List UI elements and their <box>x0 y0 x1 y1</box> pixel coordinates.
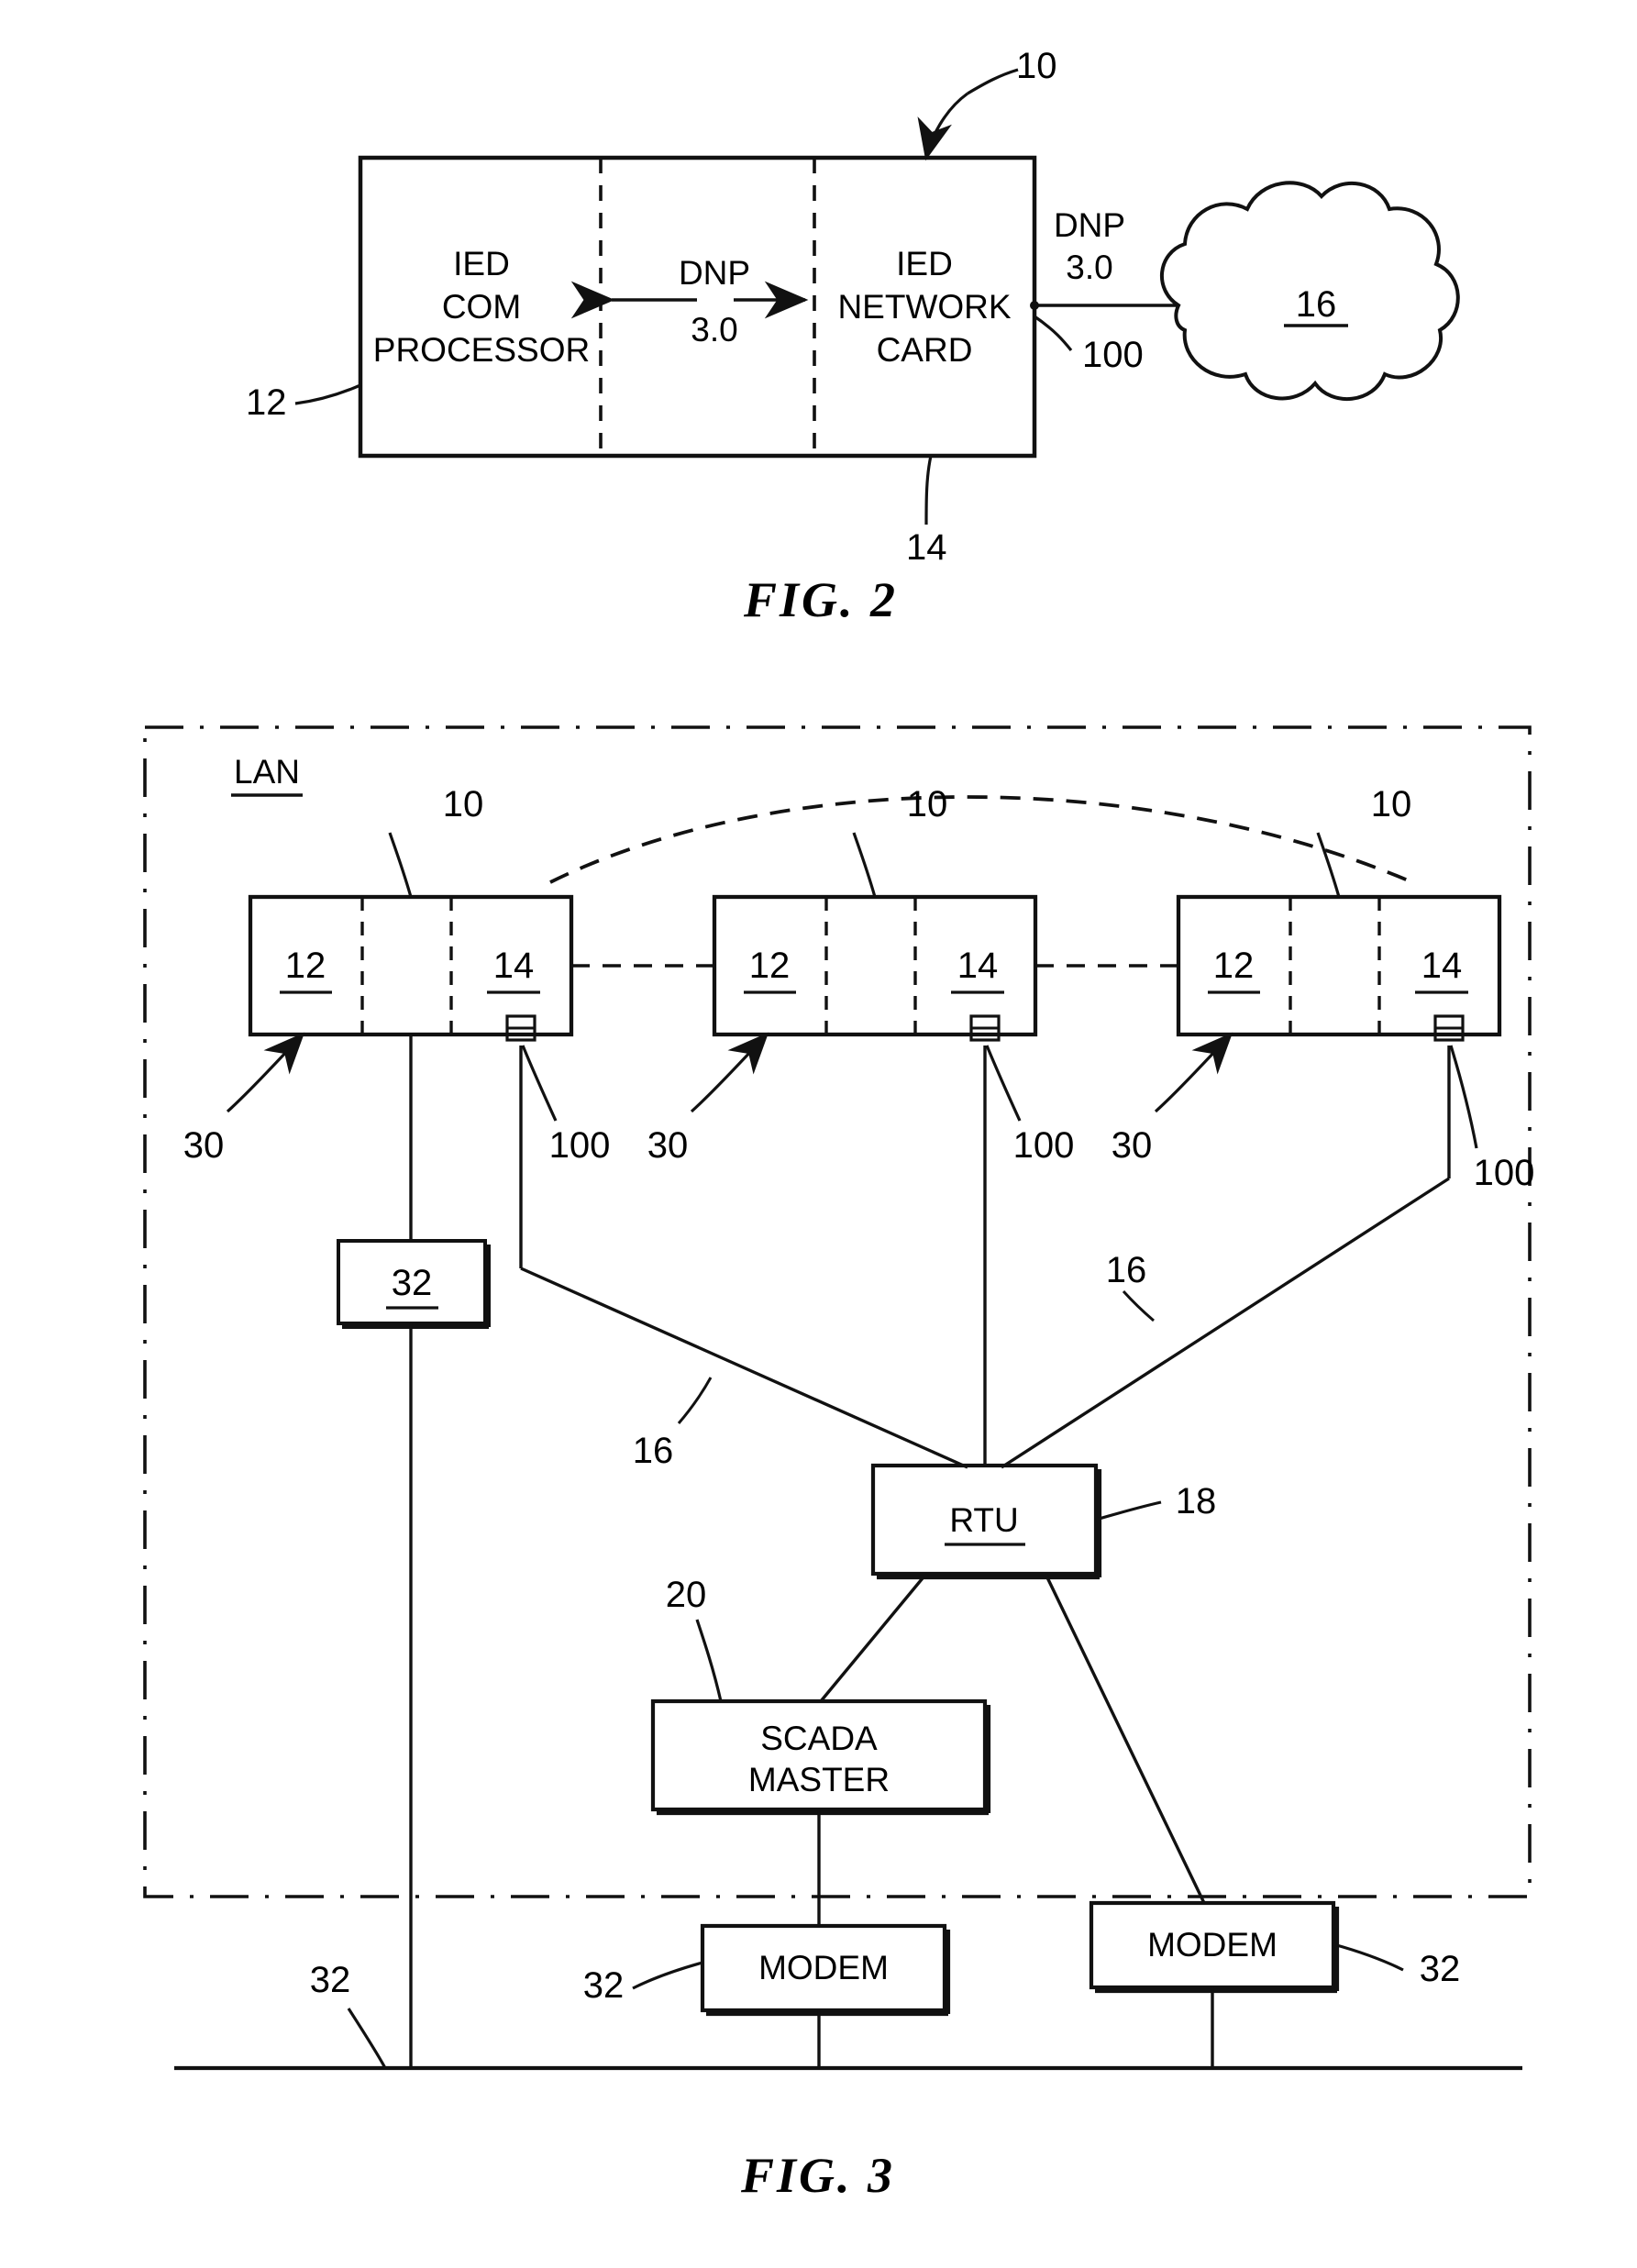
box-scada-line1: SCADA <box>760 1720 878 1757</box>
box-scada-ref-20: 20 <box>666 1575 707 1615</box>
fig2-cloud-ref-16: 16 <box>1296 284 1337 325</box>
fig2-network-card-line2: NETWORK <box>837 288 1011 326</box>
fig2-ref-14: 14 <box>906 527 947 568</box>
device-3-leader-10 <box>1316 832 1341 898</box>
drawing-canvas: 10 12 14 100 IED COM PROCESSOR IED NETWO… <box>143 46 1535 2203</box>
device-2-leader-100 <box>985 1045 1022 1122</box>
device-2-ref-30: 30 <box>647 1125 689 1166</box>
link-right-ref-16: 16 <box>1106 1250 1147 1290</box>
device-3: 12 14 10 30 100 <box>1112 784 1535 1193</box>
device-2-ref-10: 10 <box>907 784 948 824</box>
figure-2-group: 10 12 14 100 IED COM PROCESSOR IED NETWO… <box>246 46 1460 627</box>
fig2-ref-12: 12 <box>246 382 287 423</box>
fig2-dnp-external-line1: DNP <box>1054 206 1125 244</box>
fig2-dnp-label-line1: DNP <box>679 254 750 292</box>
device-1-ref-10: 10 <box>443 784 484 824</box>
fig2-com-processor-line3: PROCESSOR <box>373 331 590 369</box>
device-3-label-14: 14 <box>1421 946 1463 986</box>
box-scada-line2: MASTER <box>748 1761 890 1798</box>
box-modem-right-label: MODEM <box>1147 1926 1278 1964</box>
link-device-1-rtu <box>520 1267 968 1469</box>
fig2-ref-100: 100 <box>1082 335 1144 375</box>
device-1-leader-30 <box>226 1032 305 1113</box>
box-modem-right-leader-32 <box>1333 1942 1404 1972</box>
fig2-network-card-line3: CARD <box>877 331 973 369</box>
link-left-leader-16 <box>677 1377 713 1424</box>
device-1-leader-10 <box>388 832 413 898</box>
figure-2-caption: FIG. 2 <box>743 572 898 627</box>
box-rtu-leader-18 <box>1095 1500 1162 1521</box>
device-2-leader-30 <box>690 1032 769 1113</box>
lan-label: LAN <box>234 753 300 791</box>
device-3-ref-10: 10 <box>1371 784 1412 824</box>
device-3-leader-100 <box>1449 1045 1478 1149</box>
leader-14-fig2 <box>924 455 933 526</box>
box-32-label: 32 <box>392 1263 433 1303</box>
fig2-ref-10: 10 <box>1016 46 1057 86</box>
link-left-ref-16: 16 <box>633 1431 674 1471</box>
device-3-ref-30: 30 <box>1112 1125 1153 1166</box>
bus-ref-32: 32 <box>310 1960 351 2000</box>
fig2-dnp-label-line2: 3.0 <box>691 311 737 348</box>
link-rtu-scada <box>819 1572 928 1703</box>
box-modem-left-label: MODEM <box>758 1949 889 1986</box>
device-1-label-12: 12 <box>285 946 326 986</box>
device-3-leader-30 <box>1154 1032 1233 1113</box>
device-2-leader-10 <box>852 832 877 898</box>
figure-3-caption: FIG. 3 <box>740 2148 895 2203</box>
box-rtu-ref-18: 18 <box>1176 1481 1217 1521</box>
device-3-ref-100: 100 <box>1474 1153 1535 1193</box>
patent-drawing-sheet: 10 12 14 100 IED COM PROCESSOR IED NETWO… <box>0 0 1637 2268</box>
link-device-3-rtu <box>1001 1177 1450 1469</box>
device-1-ref-30: 30 <box>183 1125 225 1166</box>
device-1: 12 14 10 30 100 <box>183 784 611 1166</box>
leader-100-fig2 <box>1034 315 1073 351</box>
device-2-label-12: 12 <box>749 946 791 986</box>
device-1-leader-100 <box>521 1045 558 1122</box>
fig2-com-processor-line2: COM <box>442 288 521 326</box>
device-2: 12 14 10 30 100 <box>647 784 1075 1166</box>
bus-ref-leader-32 <box>347 2008 387 2069</box>
device-3-label-12: 12 <box>1213 946 1255 986</box>
box-modem-left-leader-32 <box>632 1961 703 1990</box>
leader-10-fig2 <box>917 92 968 161</box>
leader-12-fig2 <box>294 383 361 405</box>
box-rtu-label: RTU <box>949 1501 1018 1539</box>
box-modem-left-ref-32: 32 <box>583 1965 625 2006</box>
device-1-ref-100: 100 <box>549 1125 611 1166</box>
device-2-ref-100: 100 <box>1013 1125 1075 1166</box>
box-modem-right-ref-32: 32 <box>1420 1949 1461 1989</box>
fig2-com-processor-line1: IED <box>453 245 510 282</box>
figure-3-group: LAN 12 14 10 30 100 12 14 10 30 100 12 1… <box>143 725 1535 2203</box>
link-rtu-modem-right <box>1044 1573 1206 1904</box>
fig2-dnp-external-line2: 3.0 <box>1066 249 1112 286</box>
device-2-label-14: 14 <box>957 946 999 986</box>
box-scada-leader-20 <box>695 1619 723 1702</box>
fig2-network-card-line1: IED <box>896 245 953 282</box>
devices-dashed-arc <box>549 795 1413 884</box>
link-right-leader-16 <box>1122 1289 1155 1322</box>
device-1-label-14: 14 <box>493 946 535 986</box>
